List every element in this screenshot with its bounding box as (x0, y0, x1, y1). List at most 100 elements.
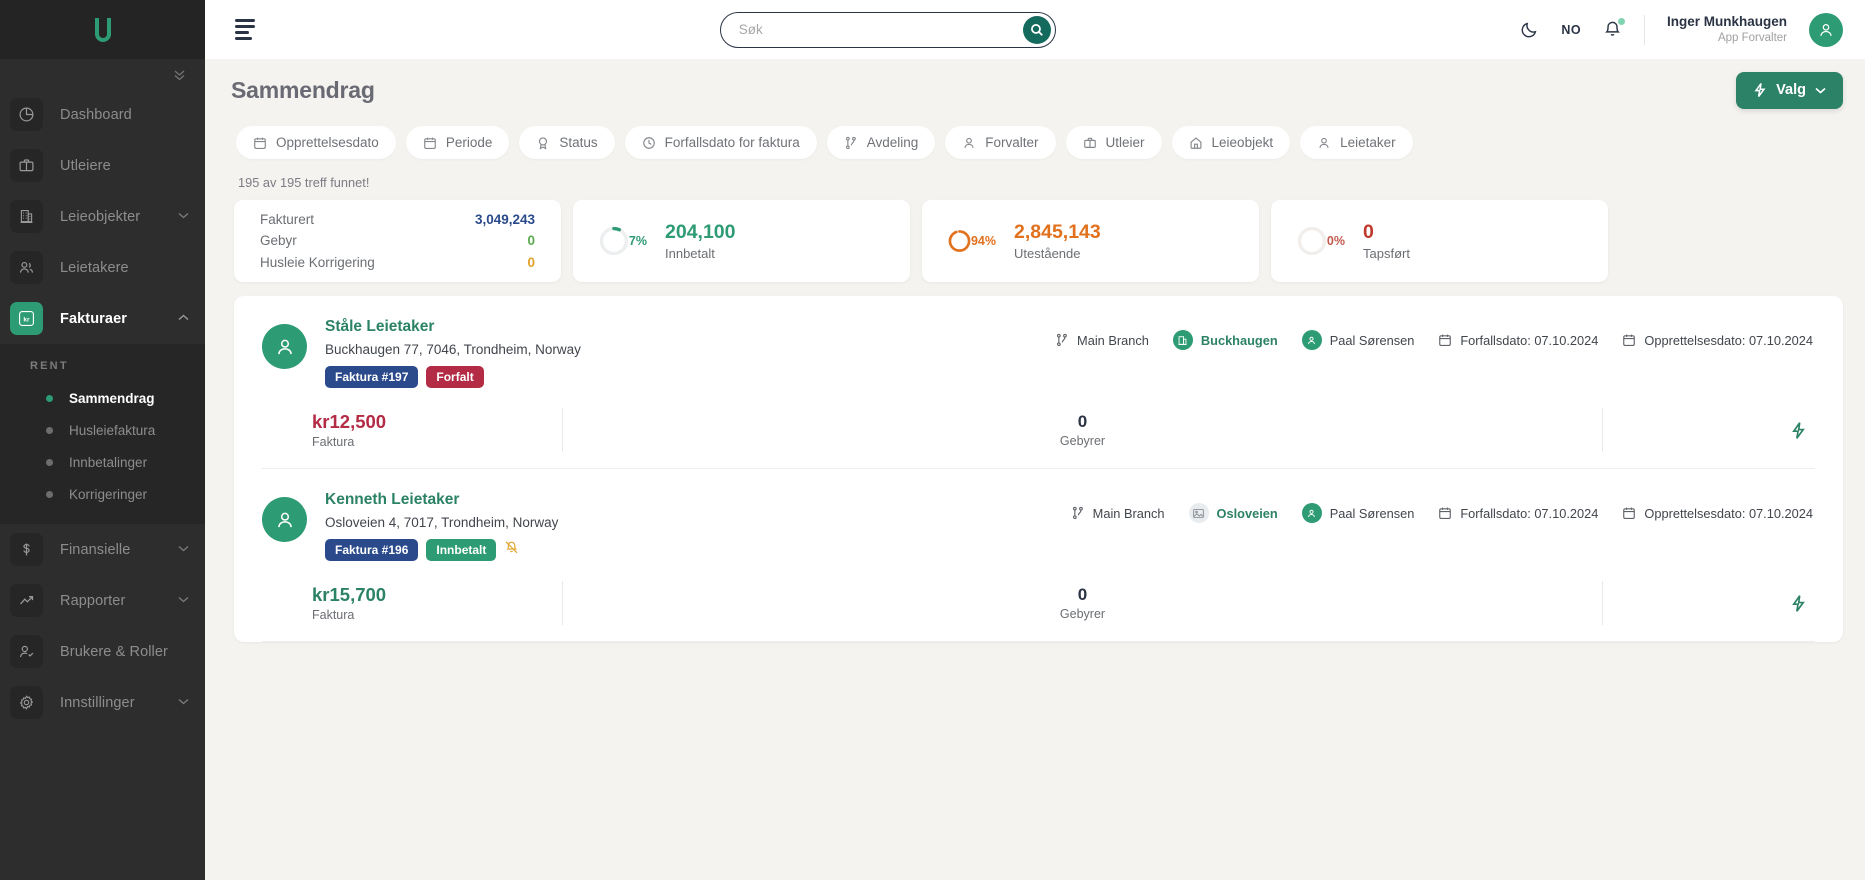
invoice-row[interactable]: Ståle Leietaker Buckhaugen 77, 7046, Tro… (234, 296, 1843, 468)
meta-branch: Main Branch (1055, 333, 1149, 348)
user-check-icon (10, 635, 43, 668)
filter-chip-avdeling[interactable]: Avdeling (826, 126, 936, 159)
donut-chart-tapsfort: 0% (1297, 217, 1345, 265)
meta-branch: Main Branch (1071, 506, 1165, 521)
filter-chip-forfallsdato[interactable]: Forfallsdato for faktura (624, 126, 817, 159)
filter-chip-opprettelsesdato[interactable]: Opprettelsesdato (236, 126, 396, 159)
notifications-button[interactable] (1603, 18, 1625, 39)
sidebar-nav: Dashboard Utleiere Leieobjekter Leietake… (0, 89, 205, 728)
sidebar-subitem-label: Innbetalinger (69, 454, 148, 470)
filter-chip-label: Avdeling (866, 135, 919, 150)
chevron-down-icon (1815, 87, 1826, 94)
filter-chip-label: Forvalter (985, 135, 1039, 150)
bolt-icon[interactable] (1790, 421, 1807, 440)
user-icon (1301, 503, 1322, 523)
fee-label: Gebyrer (1059, 607, 1106, 621)
calendar-icon (423, 137, 436, 149)
bolt-icon[interactable] (1790, 594, 1807, 613)
invoice-identity: Kenneth Leietaker Osloveien 4, 7017, Tro… (325, 491, 795, 561)
bullet-icon (46, 426, 53, 434)
meta-branch-label: Main Branch (1077, 332, 1149, 348)
invoice-identity: Ståle Leietaker Buckhaugen 77, 7046, Tro… (325, 318, 795, 388)
donut-icon (948, 230, 971, 252)
filter-chip-leietaker[interactable]: Leietaker (1300, 126, 1413, 159)
filter-chip-forvalter[interactable]: Forvalter (945, 126, 1056, 159)
sidebar-item-innbetalinger[interactable]: Innbetalinger (0, 446, 205, 478)
valg-button[interactable]: Valg (1736, 71, 1843, 109)
sidebar-item-utleiere[interactable]: Utleiere (0, 140, 205, 191)
search-container (255, 11, 1520, 48)
sidebar-item-label: Finansielle (60, 541, 131, 558)
filter-chip-utleier[interactable]: Utleier (1065, 126, 1162, 159)
award-icon (539, 136, 548, 150)
row-actions (1603, 594, 1813, 613)
sidebar-item-rapporter[interactable]: Rapporter (0, 575, 205, 626)
kpi-text: 0 Tapsført (1363, 221, 1410, 260)
meta-due-label: Forfallsdato: 07.10.2024 (1460, 505, 1599, 521)
avatar[interactable] (1809, 12, 1843, 47)
kpi-value: 0 (1363, 221, 1374, 244)
donut-percent: 0% (1326, 234, 1345, 248)
sidebar-item-korrigeringer[interactable]: Korrigeringer (0, 478, 205, 510)
sidebar-submenu-rent: RENT Sammendrag Husleiefaktura Innbetali… (0, 344, 205, 524)
donut-chart-innbetalt: 7% (599, 217, 647, 265)
bell-off-icon[interactable] (504, 540, 519, 560)
invoice-number-badge[interactable]: Faktura #196 (325, 539, 419, 561)
sidebar-item-leieobjekter[interactable]: Leieobjekter (0, 191, 205, 242)
chevron-down-icon (178, 697, 189, 708)
invoice-row[interactable]: Kenneth Leietaker Osloveien 4, 7017, Tro… (234, 469, 1843, 641)
moon-icon (1522, 22, 1537, 38)
amount-column: kr12,500 Faktura (262, 411, 562, 449)
language-selector[interactable]: NO (1561, 23, 1581, 37)
invoice-number-badge[interactable]: Faktura #197 (325, 366, 419, 388)
sidebar-item-fakturaer[interactable]: kr Fakturaer (0, 293, 205, 344)
tenant-name[interactable]: Ståle Leietaker (325, 318, 795, 336)
sidebar-item-leietakere[interactable]: Leietakere (0, 242, 205, 293)
search-icon (1030, 23, 1043, 36)
search-button[interactable] (1022, 15, 1051, 44)
user-info[interactable]: Inger Munkhaugen App Forvalter (1667, 13, 1787, 45)
dark-mode-toggle[interactable] (1520, 20, 1539, 39)
logo-icon (94, 17, 111, 42)
app-logo[interactable] (0, 0, 205, 59)
chevron-double-down-icon (172, 68, 187, 81)
building-icon (10, 200, 43, 233)
donut-percent: 94% (970, 234, 996, 248)
filter-chip-status[interactable]: Status (519, 126, 615, 159)
meta-property[interactable]: Buckhaugen (1172, 330, 1278, 350)
filter-chip-label: Utleier (1105, 135, 1145, 150)
invoice-amounts: kr15,700 Faktura 0 Gebyrer (262, 565, 1813, 641)
kr-icon: kr (10, 302, 43, 335)
filter-chip-periode[interactable]: Periode (405, 126, 510, 159)
tenant-name[interactable]: Kenneth Leietaker (325, 491, 795, 509)
dollar-icon (10, 533, 43, 566)
search-input[interactable] (738, 22, 1023, 37)
sidebar-subitem-label: Husleiefaktura (69, 422, 156, 438)
kpi-value: 0 (527, 254, 535, 270)
kpi-text: 204,100 Innbetalt (665, 221, 736, 260)
kpi-value: 3,049,243 (474, 211, 535, 227)
sidebar-item-dashboard[interactable]: Dashboard (0, 89, 205, 140)
menu-toggle-icon[interactable] (235, 18, 255, 41)
valg-button-label: Valg (1776, 82, 1806, 98)
kpi-key: Fakturert (260, 211, 315, 227)
topbar-divider (1643, 14, 1645, 45)
sidebar-item-label: Innstillinger (60, 694, 135, 711)
search-box[interactable] (719, 11, 1056, 48)
sidebar-item-finansielle[interactable]: Finansielle (0, 524, 205, 575)
sidebar-item-label: Brukere & Roller (60, 643, 168, 660)
sidebar-item-innstillinger[interactable]: Innstillinger (0, 677, 205, 728)
trending-up-icon (10, 584, 43, 617)
kpi-card-innbetalt: 7% 204,100 Innbetalt (573, 200, 910, 282)
filter-chip-leieobjekt[interactable]: Leieobjekt (1171, 126, 1291, 159)
meta-property[interactable]: Osloveien (1188, 503, 1278, 523)
meta-due-label: Forfallsdato: 07.10.2024 (1460, 332, 1599, 348)
sidebar-collapse-button[interactable] (0, 59, 205, 89)
page-header: Sammendrag Valg (231, 59, 1843, 121)
sidebar-item-husleiefaktura[interactable]: Husleiefaktura (0, 414, 205, 446)
filter-chip-label: Forfallsdato for faktura (664, 135, 800, 150)
invoice-meta: Main Branch Osloveien Paal Sørensen Forf… (795, 503, 1813, 523)
sidebar-item-label: Utleiere (60, 157, 111, 174)
sidebar-item-brukere-roller[interactable]: Brukere & Roller (0, 626, 205, 677)
sidebar-item-sammendrag[interactable]: Sammendrag (0, 382, 205, 414)
